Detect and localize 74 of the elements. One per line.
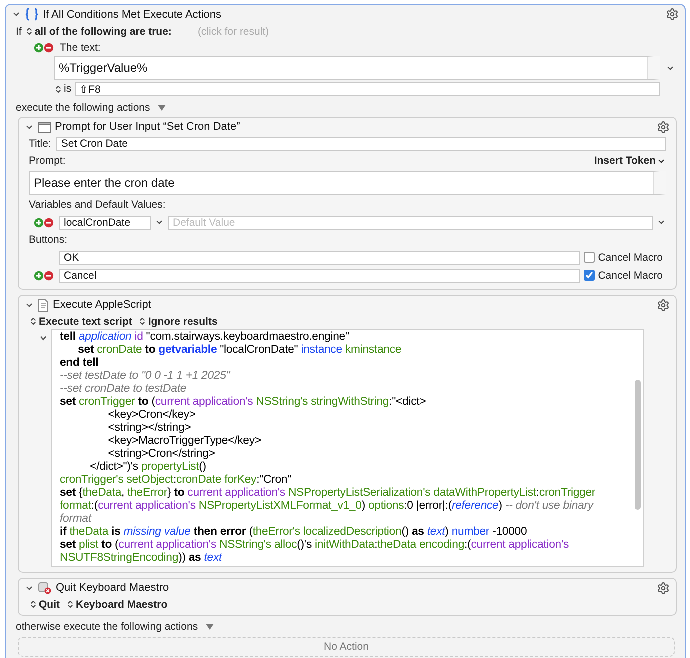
code-line: format <box>60 513 93 526</box>
up-down-arrows-icon <box>66 600 75 609</box>
code-line: set cronTrigger to (current application's NSString's stringWithString:"<dict> <box>60 396 428 409</box>
disclosure-icon[interactable] <box>12 10 21 19</box>
code-line: --set cronDate to testDate <box>60 383 188 396</box>
operator-popup[interactable]: is <box>54 83 72 95</box>
popup-menu[interactable]: Ignore results <box>138 316 218 328</box>
cancel-macro-checkbox[interactable]: Cancel Macro <box>584 252 663 264</box>
field-label: Variables and Default Values: <box>29 199 166 211</box>
triangle-menu-icon[interactable] <box>206 624 214 630</box>
button-label-field[interactable]: OK <box>59 250 580 264</box>
settings-icon[interactable] <box>657 582 670 594</box>
section-label: execute the following actions <box>16 102 150 114</box>
add-remove-icon[interactable] <box>34 218 55 228</box>
code-line: format:(current application's NSPropertyListXMLFormat_v1_0) options:0 |error|:(reference) -- don't use binary <box>60 500 595 513</box>
action-title: Execute AppleScript <box>53 299 152 311</box>
variable-name-field[interactable]: localCronDate <box>59 216 151 230</box>
prompt-text-area[interactable]: Please enter the cron date <box>29 171 666 195</box>
triangle-menu-icon[interactable] <box>158 105 166 111</box>
app-quit-icon <box>38 582 52 594</box>
field-label: Prompt: <box>29 155 67 167</box>
settings-icon[interactable] <box>666 8 679 21</box>
popup-menu[interactable]: Execute text script <box>29 316 132 328</box>
empty-action-slot: No Action <box>18 637 675 657</box>
popup-menu[interactable]: Quit <box>29 598 60 610</box>
cancel-macro-checkbox[interactable]: Cancel Macro <box>584 270 663 282</box>
code-line: tell application id "com.stairways.keyboardmaestro.engine" <box>60 331 350 344</box>
fold-chevron-icon[interactable] <box>40 336 47 341</box>
button-label-field[interactable]: Cancel <box>59 268 580 282</box>
group-title: If All Conditions Met Execute Actions <box>43 8 223 20</box>
action-title: Quit Keyboard Maestro <box>56 582 170 594</box>
up-down-arrows-icon <box>24 27 34 36</box>
settings-icon[interactable] <box>657 298 670 312</box>
scrollbar-thumb[interactable] <box>635 380 641 510</box>
code-line: if theData is missing value then error (theError's localizedDescription() as text) number -10000 <box>60 526 528 539</box>
code-line: set plist to (current application's NSString's alloc()'s initWithData:theData encoding:(current application's <box>60 539 570 552</box>
code-line: cronTrigger's setObject:cronDate forKey:"Cron" <box>60 474 292 487</box>
action-title: Prompt for User Input “Set Cron Date” <box>55 121 242 133</box>
code-line: <key>Cron</key> <box>107 409 197 422</box>
up-down-arrows-icon <box>29 600 38 609</box>
section-label: otherwise execute the following actions <box>16 620 198 632</box>
condition-mode-popup[interactable]: all of the following are true: <box>24 26 172 38</box>
popup-menu[interactable]: Keyboard Maestro <box>66 598 168 610</box>
braces-icon <box>25 8 39 21</box>
code-line: <string>Cron</string> <box>107 448 216 461</box>
code-line: end tell <box>60 357 100 370</box>
operand-field[interactable]: ⇧F8 <box>74 82 660 96</box>
result-hint: (click for result) <box>198 26 270 38</box>
if-label: If <box>16 26 22 38</box>
up-down-arrows-icon <box>29 317 38 326</box>
up-down-arrows-icon <box>54 84 63 94</box>
field-label: Buttons: <box>29 234 68 246</box>
condition-label: The text: <box>60 42 101 54</box>
condition-text-area[interactable]: %TriggerValue% <box>54 56 660 80</box>
code-line: set cronDate to getvariable "localCronDate" instance kminstance <box>77 344 403 357</box>
field-label: Title: <box>29 138 52 150</box>
up-down-arrows-icon <box>138 317 148 326</box>
code-line: <string></string> <box>107 422 192 435</box>
insert-token-menu[interactable]: Insert Token <box>594 155 666 167</box>
code-line: set {theData, theError} to current application's NSPropertyListSerialization's dataWithPropertyList:cronTrigger <box>60 487 597 500</box>
code-line: --set testDate to "0 0 -1 1 +1 2025" <box>60 370 232 383</box>
title-field[interactable]: Set Cron Date <box>56 136 666 150</box>
code-line: NSUTF8StringEncoding)) as text <box>60 552 224 565</box>
dropdown-chevron-icon[interactable] <box>657 218 666 227</box>
code-line: <key>MacroTriggerType</key> <box>107 435 262 448</box>
code-line: </dict>")'s propertyList() <box>89 461 208 474</box>
add-remove-icon[interactable] <box>34 42 55 52</box>
dropdown-chevron-icon[interactable] <box>155 218 164 227</box>
window-icon <box>38 122 51 132</box>
checkmark-icon <box>585 271 594 280</box>
add-remove-icon[interactable] <box>34 270 55 280</box>
script-document-icon <box>38 298 49 312</box>
settings-icon[interactable] <box>657 120 670 134</box>
default-value-field[interactable]: Default Value <box>168 216 653 230</box>
